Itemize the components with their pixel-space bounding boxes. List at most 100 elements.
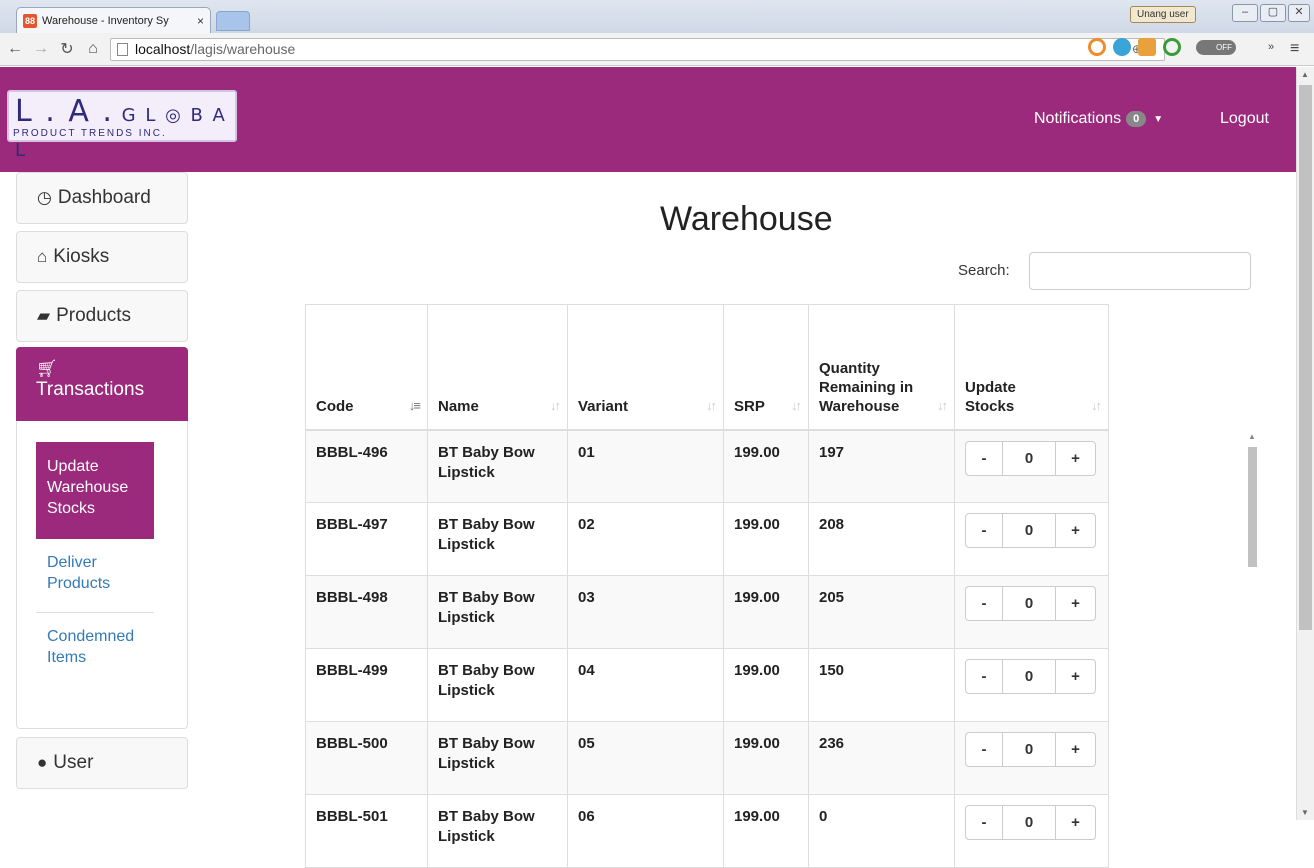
tab-close-icon[interactable]: × xyxy=(197,14,204,28)
scroll-up-icon[interactable]: ▲ xyxy=(1301,70,1309,79)
briefcase-icon: ▰ xyxy=(37,306,51,325)
increment-button[interactable]: + xyxy=(1055,660,1095,693)
sidebar-label-transactions: Transactions xyxy=(36,379,145,400)
cell-update-stocks: -0 + xyxy=(954,648,1109,722)
close-window-icon[interactable]: ✕ xyxy=(1288,4,1310,22)
quantity-stepper[interactable]: -0 + xyxy=(965,659,1096,694)
page-scrollbar-thumb[interactable] xyxy=(1299,85,1312,630)
maximize-icon[interactable]: ▢ xyxy=(1260,4,1286,22)
overflow-chevron-icon[interactable]: » xyxy=(1268,41,1274,53)
column-header-srp[interactable]: SRP ↓↑ xyxy=(723,304,809,430)
decrement-button[interactable]: - xyxy=(966,514,1003,547)
increment-button[interactable]: + xyxy=(1055,587,1095,620)
cell-name: BT Baby Bow Lipstick xyxy=(427,429,568,503)
column-header-name[interactable]: Name ↓↑ xyxy=(427,304,568,430)
cell-name: BT Baby Bow Lipstick xyxy=(427,648,568,722)
table-scroll-up-icon[interactable]: ▲ xyxy=(1248,432,1256,441)
browser-tab[interactable]: 88 Warehouse - Inventory Sy × xyxy=(16,7,211,33)
quantity-stepper[interactable]: -0 + xyxy=(965,805,1096,840)
quantity-value[interactable]: 0 xyxy=(1003,514,1055,547)
decrement-button[interactable]: - xyxy=(966,806,1003,839)
cell-code: BBBL-498 xyxy=(305,575,428,649)
table-scrollbar-thumb[interactable] xyxy=(1248,447,1257,567)
forward-icon[interactable]: → xyxy=(30,40,52,58)
decrement-button[interactable]: - xyxy=(966,660,1003,693)
cell-variant: 03 xyxy=(567,575,724,649)
extension-c-icon[interactable] xyxy=(1088,38,1106,56)
browser-menu-icon[interactable]: ≡ xyxy=(1290,40,1299,58)
cell-code: BBBL-496 xyxy=(305,429,428,503)
company-logo[interactable]: L . A . G L ◎ B A L PRODUCT TRENDS INC. xyxy=(7,90,237,161)
sidebar-item-kiosks[interactable]: ⌂ Kiosks xyxy=(16,231,188,283)
sidebar-item-products[interactable]: ▰ Products xyxy=(16,290,188,342)
table-scrollbar[interactable]: ▲ xyxy=(1245,428,1260,820)
increment-button[interactable]: + xyxy=(1055,733,1095,766)
cell-update-stocks: -0 + xyxy=(954,429,1109,503)
home-icon[interactable]: ⌂ xyxy=(82,40,104,58)
table-row: BBBL-501 BT Baby Bow Lipstick 06 199.00 0-0 + xyxy=(305,794,1109,868)
quantity-stepper[interactable]: -0 + xyxy=(965,513,1096,548)
sidebar-item-transactions[interactable]: 🛒︎ Transactions xyxy=(16,347,188,422)
new-tab-button[interactable] xyxy=(216,11,250,31)
cell-srp: 199.00 xyxy=(723,794,809,868)
increment-button[interactable]: + xyxy=(1055,514,1095,547)
sidebar-label-dashboard: Dashboard xyxy=(57,187,151,208)
cell-variant: 02 xyxy=(567,502,724,576)
column-header-update-stocks[interactable]: Update Stocks ↓↑ xyxy=(954,304,1109,430)
quantity-value[interactable]: 0 xyxy=(1003,660,1055,693)
sidebar-item-dashboard[interactable]: ◷ Dashboard xyxy=(16,172,188,224)
increment-button[interactable]: + xyxy=(1055,441,1095,475)
back-icon[interactable]: ← xyxy=(4,40,26,58)
page-title: Warehouse xyxy=(660,200,833,238)
extension-power-icon[interactable] xyxy=(1163,38,1181,56)
extension-download-icon[interactable] xyxy=(1138,38,1156,56)
subnav-update-warehouse-stocks[interactable]: Update Warehouse Stocks xyxy=(36,442,154,539)
subnav-condemned-items[interactable]: Condemned Items xyxy=(47,626,157,668)
page-icon xyxy=(117,43,128,56)
logout-link[interactable]: Logout xyxy=(1220,110,1269,128)
sidebar-label-kiosks: Kiosks xyxy=(53,246,110,267)
column-header-quantity[interactable]: Quantity Remaining in Warehouse ↓↑ xyxy=(808,304,955,430)
sort-icon: ↓↑ xyxy=(550,397,561,413)
column-header-variant[interactable]: Variant ↓↑ xyxy=(567,304,724,430)
cell-update-stocks: -0 + xyxy=(954,502,1109,576)
sidebar-item-user[interactable]: ● User xyxy=(16,737,188,789)
decrement-button[interactable]: - xyxy=(966,441,1003,475)
cell-quantity: 208 xyxy=(808,502,955,576)
quantity-stepper[interactable]: -0 + xyxy=(965,440,1096,476)
quantity-value[interactable]: 0 xyxy=(1003,587,1055,620)
favicon-icon: 88 xyxy=(23,13,37,28)
sidebar-label-products: Products xyxy=(56,305,132,326)
decrement-button[interactable]: - xyxy=(966,733,1003,766)
quantity-value[interactable]: 0 xyxy=(1003,442,1055,475)
decrement-button[interactable]: - xyxy=(966,587,1003,620)
logo-sub-text: PRODUCT TRENDS INC. xyxy=(13,128,167,139)
subnav-deliver-products[interactable]: Deliver Products xyxy=(47,552,157,594)
caret-down-icon: ▼ xyxy=(1153,113,1164,125)
cart-icon: 🛒︎ xyxy=(36,359,58,378)
quantity-value[interactable]: 0 xyxy=(1003,733,1055,766)
extension-toggle[interactable]: OFF xyxy=(1196,40,1236,55)
quantity-value[interactable]: 0 xyxy=(1003,806,1055,839)
page-scrollbar[interactable]: ▲ ▼ xyxy=(1296,67,1314,820)
address-bar[interactable]: localhost/lagis/warehouse ▾ ⊕ ☆ xyxy=(110,38,1165,61)
browser-user-badge[interactable]: Unang user xyxy=(1130,6,1196,23)
browser-titlebar: 88 Warehouse - Inventory Sy × Unang user… xyxy=(0,0,1314,33)
scroll-down-icon[interactable]: ▼ xyxy=(1301,808,1309,817)
sort-icon: ↓↑ xyxy=(937,397,948,413)
column-header-code[interactable]: Code ↓≡ xyxy=(305,304,428,430)
tab-title: Warehouse - Inventory Sy xyxy=(42,14,169,27)
app-header: L . A . G L ◎ B A L PRODUCT TRENDS INC. … xyxy=(0,67,1296,172)
notifications-dropdown[interactable]: Notifications 0 ▼ xyxy=(1034,110,1163,128)
minimize-icon[interactable]: – xyxy=(1232,4,1258,22)
table-row: BBBL-498 BT Baby Bow Lipstick 03 199.00 205-… xyxy=(305,575,1109,649)
reload-icon[interactable]: ↻ xyxy=(56,39,78,59)
quantity-stepper[interactable]: -0 + xyxy=(965,586,1096,621)
search-input[interactable] xyxy=(1029,252,1251,290)
increment-button[interactable]: + xyxy=(1055,806,1095,839)
warehouse-table: Code ↓≡ Name ↓↑ Variant ↓↑ SRP ↓↑ Quantity R… xyxy=(305,304,1109,868)
cell-quantity: 205 xyxy=(808,575,955,649)
quantity-stepper[interactable]: -0 + xyxy=(965,732,1096,767)
sort-icon: ↓↑ xyxy=(791,397,802,413)
extension-headphones-icon[interactable] xyxy=(1113,38,1131,56)
